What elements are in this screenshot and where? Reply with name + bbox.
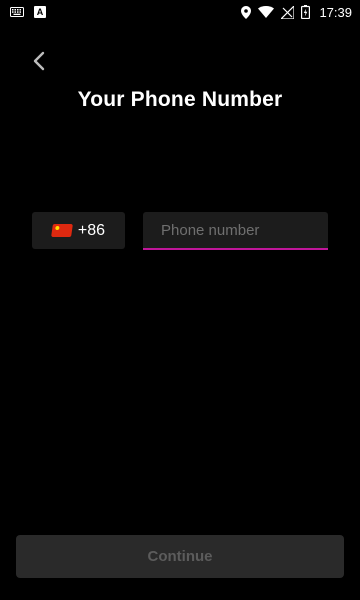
status-right: 17:39 [241, 5, 352, 20]
status-bar: A 17:39 [0, 0, 360, 24]
phone-number-input[interactable] [143, 212, 328, 248]
a-badge-icon: A [34, 6, 46, 18]
chevron-left-icon [32, 51, 46, 76]
wifi-icon [258, 6, 275, 18]
phone-number-screen: A 17:39 Your Phone Number +86 Phone numb… [0, 0, 360, 600]
phone-input-container [143, 212, 328, 250]
status-time: 17:39 [319, 4, 352, 20]
battery-charging-icon [301, 5, 311, 19]
location-icon [241, 5, 252, 19]
china-flag-icon [51, 224, 73, 237]
continue-button[interactable]: Continue [16, 535, 344, 578]
keyboard-icon [10, 7, 24, 17]
country-code-label: +86 [77, 221, 106, 239]
back-button[interactable] [24, 50, 54, 76]
page-title: Your Phone Number [77, 88, 283, 111]
signal-icon [281, 5, 295, 19]
country-code-selector[interactable]: +86 [32, 212, 125, 249]
status-left: A [10, 6, 46, 18]
